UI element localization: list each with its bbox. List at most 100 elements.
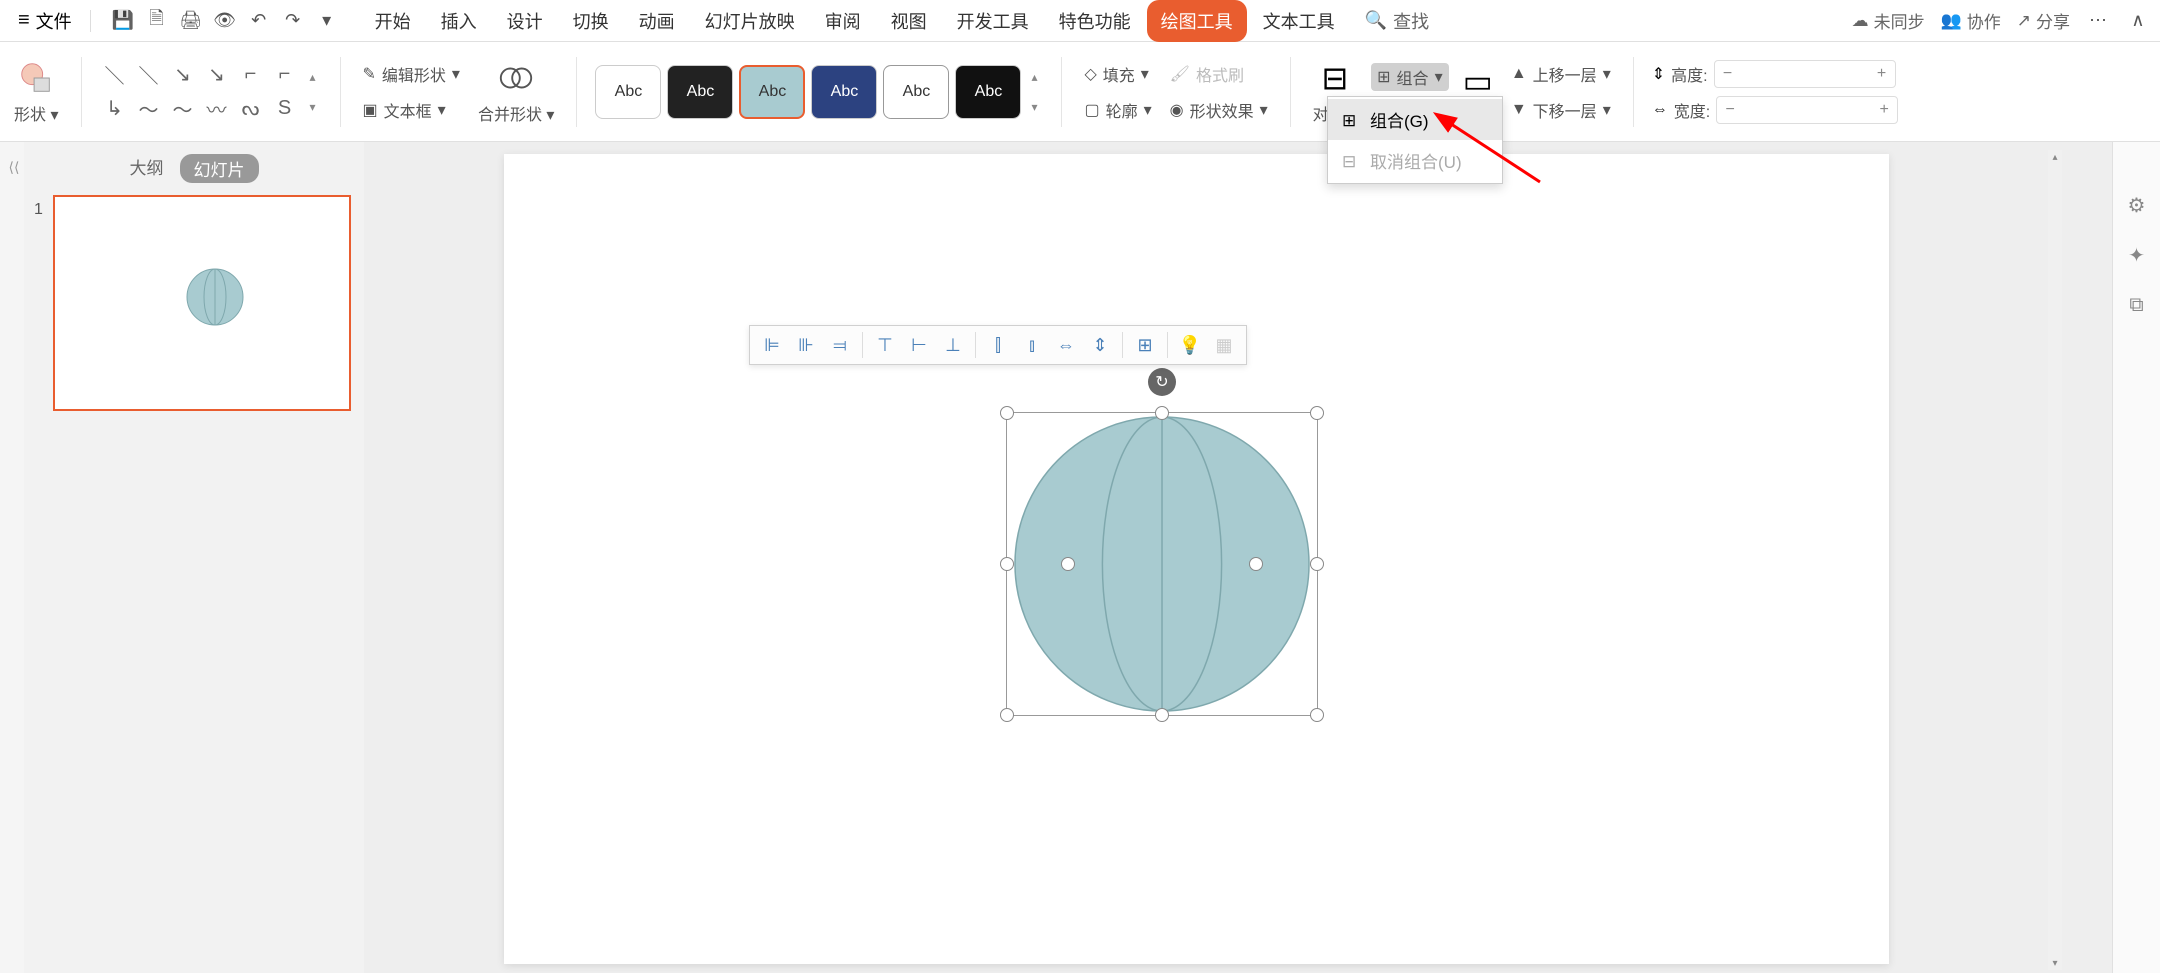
- scroll-down-icon[interactable]: ▾: [2048, 956, 2062, 970]
- width-plus[interactable]: +: [1871, 101, 1897, 119]
- width-stepper[interactable]: − +: [1716, 96, 1898, 124]
- merge-shapes-button[interactable]: 合并形状 ▾: [474, 55, 559, 129]
- group-mini-icon[interactable]: ⊞: [1129, 329, 1161, 361]
- print-icon[interactable]: 🖨: [179, 9, 203, 33]
- connector-shape-2[interactable]: ⌐: [270, 60, 300, 90]
- resize-handle-b[interactable]: [1155, 708, 1169, 722]
- sphere-shape[interactable]: [1007, 413, 1317, 715]
- inner-handle-r[interactable]: [1249, 557, 1263, 571]
- fill-button[interactable]: ◇ 填充 ▾: [1080, 60, 1155, 88]
- tab-developer[interactable]: 开发工具: [943, 0, 1043, 42]
- align-middle-v-icon[interactable]: ⊢: [903, 329, 935, 361]
- s-curve-shape[interactable]: S: [270, 94, 300, 124]
- style-swatch-1[interactable]: Abc: [595, 65, 661, 119]
- styles-up[interactable]: ▴: [1025, 62, 1043, 92]
- tab-view[interactable]: 视图: [877, 0, 941, 42]
- tab-text-tools[interactable]: 文本工具: [1249, 0, 1349, 42]
- styles-down[interactable]: ▾: [1025, 92, 1043, 122]
- collapse-panel-button[interactable]: ⟨⟨: [4, 152, 24, 182]
- tab-slideshow[interactable]: 幻灯片放映: [691, 0, 809, 42]
- settings-panel-icon[interactable]: ⚙: [2124, 192, 2150, 218]
- line-shape-2[interactable]: ＼: [134, 60, 164, 90]
- align-top-icon[interactable]: ⊤: [869, 329, 901, 361]
- dropdown-icon[interactable]: ▾: [315, 9, 339, 33]
- align-center-h-icon[interactable]: ⊪: [790, 329, 822, 361]
- inner-handle-l[interactable]: [1061, 557, 1075, 571]
- curve-shape[interactable]: 〜: [134, 94, 164, 124]
- redo-icon[interactable]: ↷: [281, 9, 305, 33]
- tab-features[interactable]: 特色功能: [1045, 0, 1145, 42]
- shapes-button[interactable]: 形状 ▾: [10, 55, 63, 129]
- width-input[interactable]: [1743, 101, 1871, 118]
- slide-thumbnail-row[interactable]: 1: [34, 195, 354, 411]
- layers-panel-icon[interactable]: ⧉: [2124, 292, 2150, 318]
- search-button[interactable]: 🔍 查找: [1365, 8, 1429, 34]
- align-right-icon[interactable]: ⫤: [824, 329, 856, 361]
- group-button[interactable]: ⊞ 组合 ▾: [1371, 63, 1448, 91]
- share-button[interactable]: ↗ 分享: [2017, 8, 2070, 33]
- tab-review[interactable]: 审阅: [811, 0, 875, 42]
- connector-shape[interactable]: ⌐: [236, 60, 266, 90]
- style-swatch-5[interactable]: Abc: [883, 65, 949, 119]
- gallery-down[interactable]: ▾: [304, 92, 322, 122]
- distribute-h-icon[interactable]: ⫿: [982, 329, 1014, 361]
- elbow-shape[interactable]: ↳: [100, 94, 130, 124]
- equal-height-icon[interactable]: ⇕: [1084, 329, 1116, 361]
- file-menu[interactable]: ≡ 文件: [10, 4, 80, 38]
- save-as-icon[interactable]: 🗎: [145, 9, 169, 33]
- tab-insert[interactable]: 插入: [427, 0, 491, 42]
- scribble-shape[interactable]: ᔓ: [236, 94, 266, 124]
- unsync-button[interactable]: ☁ 未同步: [1852, 8, 1925, 33]
- freeform-shape[interactable]: 〰: [202, 94, 232, 124]
- print-preview-icon[interactable]: 👁: [213, 9, 237, 33]
- selected-shape-bounds[interactable]: ↻: [1006, 412, 1318, 716]
- curve-shape-2[interactable]: 〜: [168, 94, 198, 124]
- text-box-button[interactable]: ▣ 文本框 ▾: [359, 96, 464, 124]
- more-icon[interactable]: ⋯: [2086, 9, 2110, 33]
- tab-design[interactable]: 设计: [493, 0, 557, 42]
- resize-handle-tl[interactable]: [1000, 406, 1014, 420]
- tab-drawing-tools[interactable]: 绘图工具: [1147, 0, 1247, 42]
- arrow-shape-2[interactable]: ↘: [202, 60, 232, 90]
- distribute-v-icon[interactable]: ⫾: [1016, 329, 1048, 361]
- shape-effects-button[interactable]: ◉ 形状效果 ▾: [1166, 96, 1272, 124]
- height-minus[interactable]: −: [1715, 65, 1741, 83]
- line-shape[interactable]: ＼: [100, 60, 130, 90]
- save-icon[interactable]: 💾: [111, 9, 135, 33]
- align-left-icon[interactable]: ⊫: [756, 329, 788, 361]
- tab-start[interactable]: 开始: [361, 0, 425, 42]
- resize-handle-br[interactable]: [1310, 708, 1324, 722]
- tab-transition[interactable]: 切换: [559, 0, 623, 42]
- edit-shape-button[interactable]: ✎ 编辑形状 ▾: [359, 60, 464, 88]
- arrow-shape[interactable]: ↘: [168, 60, 198, 90]
- equal-width-icon[interactable]: ⇔: [1050, 329, 1082, 361]
- resize-handle-l[interactable]: [1000, 557, 1014, 571]
- height-input[interactable]: [1741, 65, 1869, 82]
- sparkle-panel-icon[interactable]: ✦: [2124, 242, 2150, 268]
- width-minus[interactable]: −: [1717, 101, 1743, 119]
- height-plus[interactable]: +: [1869, 65, 1895, 83]
- align-bottom-icon[interactable]: ⊥: [937, 329, 969, 361]
- style-swatch-2[interactable]: Abc: [667, 65, 733, 119]
- slides-tab[interactable]: 幻灯片: [180, 154, 259, 183]
- height-stepper[interactable]: − +: [1714, 60, 1896, 88]
- rotate-handle[interactable]: ↻: [1148, 368, 1176, 396]
- chevron-down-icon[interactable]: ∧: [2126, 9, 2150, 33]
- resize-handle-bl[interactable]: [1000, 708, 1014, 722]
- resize-handle-t[interactable]: [1155, 406, 1169, 420]
- format-painter-button[interactable]: 🖌 格式刷: [1166, 60, 1272, 88]
- undo-icon[interactable]: ↶: [247, 9, 271, 33]
- scroll-up-icon[interactable]: ▴: [2048, 150, 2062, 164]
- resize-handle-tr[interactable]: [1310, 406, 1324, 420]
- resize-handle-r[interactable]: [1310, 557, 1324, 571]
- tab-animation[interactable]: 动画: [625, 0, 689, 42]
- collab-button[interactable]: 👥 协作: [1941, 8, 2001, 33]
- outline-button[interactable]: ▢ 轮廓 ▾: [1080, 96, 1155, 124]
- bring-forward-button[interactable]: ▲ 上移一层 ▾: [1507, 60, 1615, 88]
- style-swatch-3-active[interactable]: Abc: [739, 65, 805, 119]
- vertical-scrollbar[interactable]: ▴ ▾: [2048, 150, 2062, 970]
- style-swatch-6[interactable]: Abc: [955, 65, 1021, 119]
- style-swatch-4[interactable]: Abc: [811, 65, 877, 119]
- slide-1-thumbnail[interactable]: [53, 195, 351, 411]
- outline-tab[interactable]: 大纲: [130, 154, 164, 183]
